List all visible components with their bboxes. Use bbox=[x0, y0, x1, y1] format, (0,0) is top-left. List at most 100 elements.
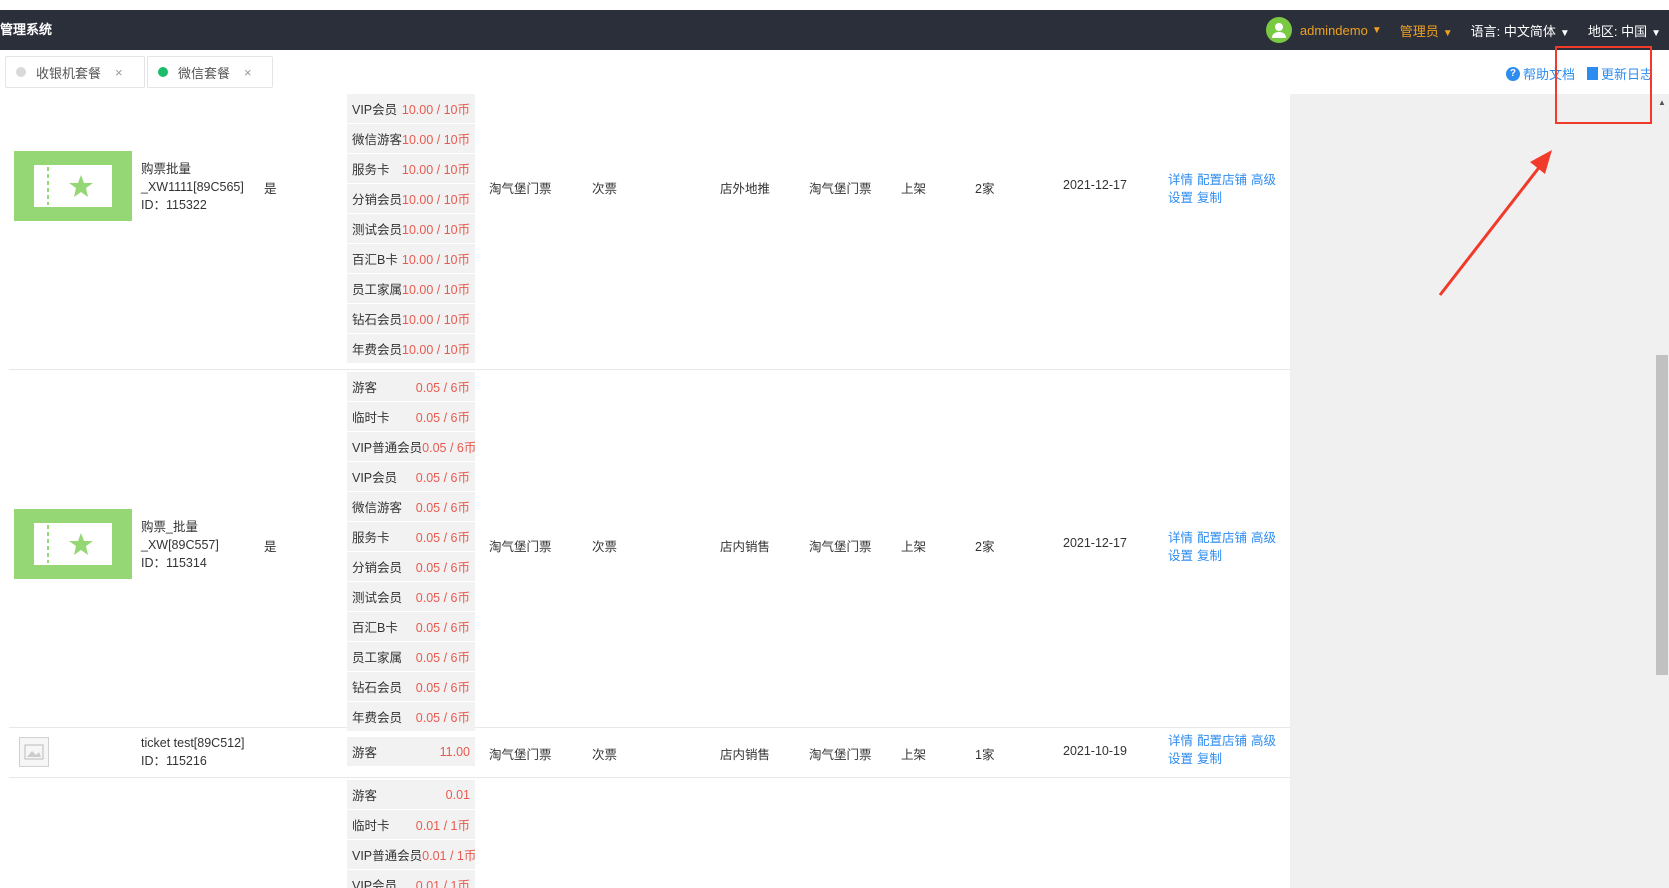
detail-link[interactable]: 详情 bbox=[1168, 734, 1193, 748]
flag-cell: 是 bbox=[264, 182, 277, 196]
config-store-link[interactable]: 配置店铺 bbox=[1197, 734, 1247, 748]
price-item: 测试会员 0.05 / 6币 bbox=[347, 582, 475, 612]
scrollbar-thumb[interactable] bbox=[1656, 355, 1668, 675]
copy-link[interactable]: 复制 bbox=[1197, 549, 1222, 563]
avatar bbox=[1265, 17, 1292, 43]
tab-label: 收银机套餐 bbox=[36, 65, 102, 81]
product-id: ID：115322 bbox=[141, 198, 207, 212]
close-icon[interactable]: × bbox=[244, 65, 252, 80]
close-icon[interactable]: × bbox=[115, 65, 123, 80]
price-value: 11.00 bbox=[439, 744, 470, 759]
price-value: 0.01 bbox=[445, 787, 470, 802]
price-list: 游客 11.00 bbox=[347, 737, 475, 767]
price-item: 百汇B卡 0.05 / 6币 bbox=[347, 612, 475, 642]
price-item: 服务卡 0.05 / 6币 bbox=[347, 522, 475, 552]
price-item: 分销会员 0.05 / 6币 bbox=[347, 552, 475, 582]
venue-cell: 淘气堡门票 bbox=[809, 748, 872, 762]
language-label: 语言: bbox=[1470, 23, 1501, 39]
tab-wechat-package[interactable]: 微信套餐 × bbox=[147, 56, 273, 88]
region-menu[interactable]: 地区: 中国 ▼ bbox=[1588, 21, 1661, 40]
price-item: 年费会员 10.00 / 10币 bbox=[347, 334, 475, 364]
price-value: 0.01 / 1币 bbox=[415, 819, 470, 833]
user-icon bbox=[1271, 23, 1286, 38]
price-item: 微信游客 10.00 / 10币 bbox=[347, 124, 475, 154]
copy-link[interactable]: 复制 bbox=[1197, 752, 1222, 766]
channel-cell: 店外地推 bbox=[720, 182, 771, 196]
price-tier: 员工家属 bbox=[352, 283, 403, 297]
stores-cell: 2家 bbox=[975, 540, 995, 554]
price-item: VIP会员 0.05 / 6币 bbox=[347, 462, 475, 492]
table-row: 游客 0.01 临时卡 0.01 / 1币 VIP普通会员 0.01 / 1币 VIP… bbox=[9, 777, 1290, 888]
chevron-down-icon: ▼ bbox=[1559, 27, 1570, 39]
price-value: 0.05 / 6币 bbox=[415, 711, 470, 725]
row-actions: 详情 配置店铺 高级设置 复制 bbox=[1168, 171, 1288, 207]
user-menu[interactable]: admindemo ▼ bbox=[1265, 17, 1382, 43]
price-item: 游客 0.05 / 6币 bbox=[347, 372, 475, 402]
price-value: 0.05 / 6币 bbox=[415, 621, 470, 635]
venue-cell: 淘气堡门票 bbox=[809, 182, 872, 196]
category-cell: 淘气堡门票 bbox=[489, 182, 552, 196]
price-item: 临时卡 0.01 / 1币 bbox=[347, 810, 475, 840]
region-value: 中国 bbox=[1621, 23, 1648, 39]
price-tier: 游客 bbox=[352, 381, 378, 395]
tab-cashier-package[interactable]: 收银机套餐 × bbox=[5, 56, 145, 88]
scroll-up-arrow-icon[interactable]: ▲ bbox=[1658, 98, 1666, 107]
price-item: 员工家属 10.00 / 10币 bbox=[347, 274, 475, 304]
package-table: 购票批量 _XW1111[89C565] ID：115322 是 VIP会员 10… bbox=[9, 94, 1290, 888]
config-store-link[interactable]: 配置店铺 bbox=[1197, 531, 1247, 545]
category-cell: 淘气堡门票 bbox=[489, 748, 552, 762]
price-value: 0.05 / 6币 bbox=[415, 471, 470, 485]
ticket-thumbnail bbox=[14, 151, 132, 221]
price-tier: 钻石会员 bbox=[352, 681, 403, 695]
copy-link[interactable]: 复制 bbox=[1197, 191, 1222, 205]
price-item: 测试会员 10.00 / 10币 bbox=[347, 214, 475, 244]
product-name-line: ticket test[89C512] bbox=[141, 736, 245, 750]
price-list: 游客 0.05 / 6币 临时卡 0.05 / 6币 VIP普通会员 0.05 / 6… bbox=[347, 372, 475, 732]
channel-cell: 店内销售 bbox=[720, 540, 771, 554]
price-tier: VIP普通会员 bbox=[352, 849, 423, 863]
price-tier: 临时卡 bbox=[352, 411, 390, 425]
price-item: 游客 11.00 bbox=[347, 737, 475, 767]
price-tier: 游客 bbox=[352, 789, 378, 803]
status-cell: 上架 bbox=[901, 540, 927, 554]
user-name: admindemo bbox=[1299, 22, 1368, 38]
price-value: 0.05 / 6币 bbox=[415, 591, 470, 605]
price-list: 游客 0.01 临时卡 0.01 / 1币 VIP普通会员 0.01 / 1币 VIP… bbox=[347, 780, 475, 888]
chevron-down-icon: ▼ bbox=[1442, 27, 1453, 39]
detail-link[interactable]: 详情 bbox=[1168, 173, 1193, 187]
tab-bar: 收银机套餐 × 微信套餐 × ? 帮助文档 更新日志 bbox=[0, 50, 1669, 94]
product-name-line: _XW[89C557] bbox=[141, 538, 219, 552]
price-item: 临时卡 0.05 / 6币 bbox=[347, 402, 475, 432]
price-value: 10.00 / 10币 bbox=[402, 283, 471, 297]
ticket-thumbnail bbox=[14, 509, 132, 579]
product-id: ID：115216 bbox=[141, 754, 207, 768]
price-item: 钻石会员 0.05 / 6币 bbox=[347, 672, 475, 702]
price-value: 0.01 / 1币 bbox=[422, 849, 475, 863]
status-cell: 上架 bbox=[901, 182, 927, 196]
tab-status-dot bbox=[158, 67, 168, 77]
venue-cell: 淘气堡门票 bbox=[809, 540, 872, 554]
date-cell: 2021-12-17 bbox=[1063, 536, 1127, 550]
price-value: 0.05 / 6币 bbox=[415, 501, 470, 515]
price-value: 10.00 / 10币 bbox=[401, 103, 470, 117]
price-tier: 服务卡 bbox=[352, 163, 390, 177]
price-value: 10.00 / 10币 bbox=[401, 253, 470, 267]
row-actions: 详情 配置店铺 高级设置 复制 bbox=[1168, 529, 1288, 565]
product-name-line: _XW1111[89C565] bbox=[141, 180, 244, 194]
browser-top-strip bbox=[0, 0, 1669, 10]
language-menu[interactable]: 语言: 中文简体 ▼ bbox=[1471, 21, 1570, 40]
detail-link[interactable]: 详情 bbox=[1168, 531, 1193, 545]
price-item: 服务卡 10.00 / 10币 bbox=[347, 154, 475, 184]
price-tier: VIP会员 bbox=[352, 879, 398, 888]
price-tier: 测试会员 bbox=[352, 223, 403, 237]
role-menu[interactable]: 管理员 ▼ bbox=[1400, 21, 1453, 40]
price-value: 0.05 / 6币 bbox=[415, 681, 470, 695]
table-row: 购票批量 _XW1111[89C565] ID：115322 是 VIP会员 10… bbox=[9, 94, 1290, 370]
product-name: 购票批量 _XW1111[89C565] ID：115322 bbox=[141, 160, 271, 214]
price-item: 游客 0.01 bbox=[347, 780, 475, 810]
product-name: ticket test[89C512] ID：115216 bbox=[141, 734, 271, 770]
product-name-line: 购票批量 bbox=[141, 162, 192, 176]
price-item: VIP普通会员 0.05 / 6币 bbox=[347, 432, 475, 462]
side-gray-area bbox=[1290, 94, 1669, 888]
config-store-link[interactable]: 配置店铺 bbox=[1197, 173, 1247, 187]
